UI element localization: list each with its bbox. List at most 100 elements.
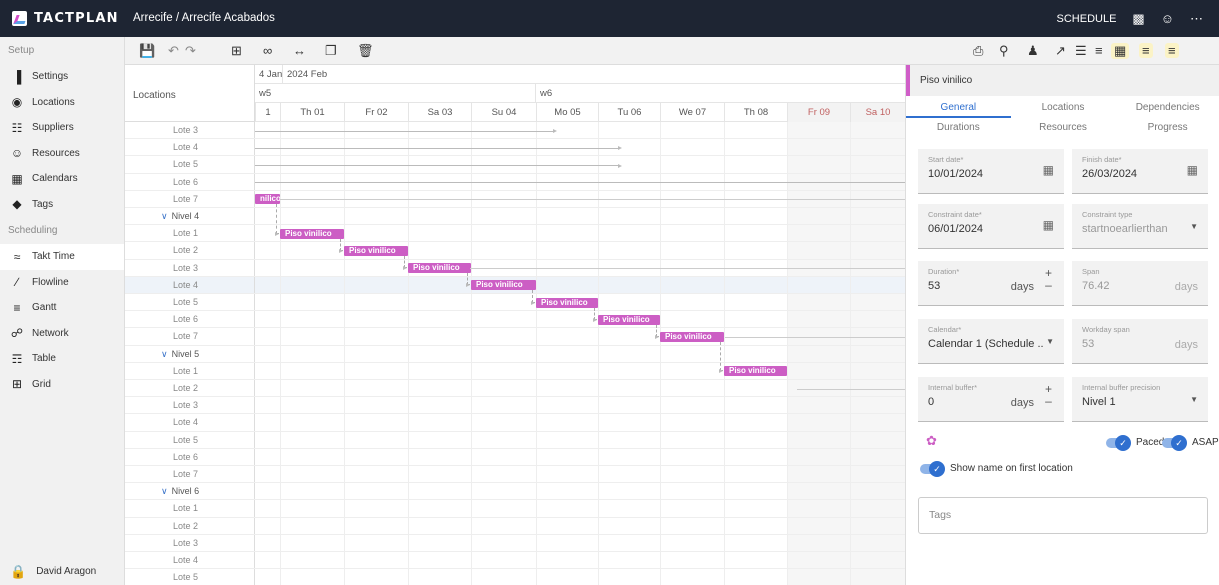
table-row[interactable]: Lote 1 (125, 225, 905, 243)
chevron-down-icon[interactable]: ∨ (161, 349, 168, 359)
day-label[interactable]: 1 (255, 103, 280, 122)
add-task-icon[interactable]: ⊞ (231, 43, 242, 59)
tab-durations[interactable]: Durations (906, 118, 1011, 138)
table-row[interactable]: Lote 5 (125, 294, 905, 312)
sidebar-item-settings[interactable]: ▐ Settings (0, 64, 124, 90)
mode-label[interactable]: SCHEDULE (1057, 13, 1117, 25)
tab-resources[interactable]: Resources (1011, 118, 1116, 138)
calendar-select[interactable]: Calendar* Calendar 1 (Schedule ... ▼ (918, 319, 1064, 364)
panel-toggle-icon[interactable]: ≡ (1165, 43, 1179, 58)
undo-icon[interactable]: ↶ (168, 43, 179, 59)
sidebar-item-resources[interactable]: ☺ Resources (0, 141, 124, 167)
task-bar[interactable]: Piso vinilico (536, 297, 598, 308)
redo-icon[interactable]: ↷ (185, 43, 196, 59)
finish-date-field[interactable]: Finish date* 26/03/2024 ▦ (1072, 149, 1208, 194)
tags-input[interactable]: Tags (918, 497, 1208, 534)
delete-icon[interactable]: 🗑 (357, 43, 374, 59)
table-row[interactable]: Lote 4 (125, 552, 905, 570)
day-label[interactable]: Th 08 (724, 103, 787, 122)
tab-locations[interactable]: Locations (1011, 98, 1116, 118)
tab-progress[interactable]: Progress (1115, 118, 1219, 138)
start-date-field[interactable]: Start date* 10/01/2024 ▦ (918, 149, 1064, 194)
table-row[interactable]: Lote 1 (125, 500, 905, 518)
sidebar-item-locations[interactable]: ◉ Locations (0, 90, 124, 116)
duration-field[interactable]: Duration* 53 days + – (918, 261, 1064, 306)
day-label[interactable]: Th 01 (280, 103, 344, 122)
sidebar-item-network[interactable]: ☍ Network (0, 321, 124, 347)
table-row[interactable]: ∨ Nivel 4 (125, 208, 905, 226)
buffer-stepper[interactable]: + – (1045, 383, 1052, 407)
level-label[interactable]: ∨ Nivel 4 (125, 208, 255, 225)
asap-switch[interactable] (1162, 434, 1187, 451)
building-icon[interactable]: ▩ (1132, 12, 1144, 25)
calendar-icon[interactable]: ▦ (1043, 218, 1054, 232)
buffer-precision-select[interactable]: Internal buffer precision Nivel 1 ▼ (1072, 377, 1208, 422)
sidebar-item-grid[interactable]: ⊞ Grid (0, 372, 124, 398)
table-row[interactable]: Lote 2 (125, 380, 905, 398)
sidebar-item-suppliers[interactable]: ☷ Suppliers (0, 115, 124, 141)
day-label[interactable]: Mo 05 (536, 103, 598, 122)
task-bar[interactable]: Piso vinilico (471, 280, 536, 291)
show-name-switch[interactable] (920, 460, 945, 477)
columns-icon[interactable]: ☰ (1075, 43, 1087, 59)
constraint-date-field[interactable]: Constraint date* 06/01/2024 ▦ (918, 204, 1064, 249)
link-icon[interactable]: ∞ (263, 43, 272, 58)
day-label[interactable]: Fr 09 (787, 103, 850, 122)
calendar-view-icon[interactable]: ▦ (1111, 43, 1130, 59)
table-row[interactable]: Lote 1 (125, 362, 905, 380)
asap-toggle[interactable]: ASAP (1162, 434, 1219, 451)
account-icon[interactable]: ☺ (1161, 12, 1174, 25)
logo[interactable]: TACTPLAN (0, 0, 120, 37)
calendar-icon[interactable]: ▦ (1043, 163, 1054, 177)
table-row[interactable]: Lote 5 (125, 431, 905, 449)
sidebar-item-takt-time[interactable]: ≈ Takt Time (0, 244, 124, 270)
task-bar[interactable]: Piso vinilico (724, 366, 787, 377)
chevron-down-icon[interactable]: ∨ (161, 486, 168, 496)
paced-switch[interactable] (1106, 434, 1131, 451)
level-label[interactable]: ∨ Nivel 6 (125, 483, 255, 500)
sidebar-item-table[interactable]: ☶ Table (0, 346, 124, 372)
duration-stepper[interactable]: + – (1045, 267, 1052, 291)
internal-buffer-field[interactable]: Internal buffer* 0 days + – (918, 377, 1064, 422)
resource-icon[interactable]: ♟ (1027, 43, 1039, 59)
table-row[interactable]: Lote 6 (125, 448, 905, 466)
sidebar-item-calendars[interactable]: ▦ Calendars (0, 166, 124, 192)
task-bar[interactable]: Piso vinilico (344, 246, 408, 256)
day-label[interactable]: Sa 10 (850, 103, 905, 122)
table-row[interactable]: Lote 2 (125, 517, 905, 535)
save-icon[interactable]: 💾 (139, 43, 155, 59)
sidebar-item-gantt[interactable]: ≡ Gantt (0, 295, 124, 321)
zoom-icon[interactable]: ⚲ (999, 43, 1009, 59)
chevron-down-icon[interactable]: ∨ (161, 211, 168, 221)
tab-general[interactable]: General (906, 98, 1011, 118)
user-menu[interactable]: 🔒 David Aragon (0, 557, 124, 585)
palette-icon[interactable]: ✿ (926, 433, 937, 449)
day-label[interactable]: Su 04 (471, 103, 536, 122)
filter-icon[interactable]: ≡ (1139, 43, 1153, 58)
table-row[interactable]: Lote 5 (125, 569, 905, 585)
rows-icon[interactable]: ≡ (1095, 43, 1103, 58)
table-row[interactable]: Lote 6 (125, 311, 905, 329)
show-name-toggle[interactable]: Show name on first location (920, 460, 1073, 477)
task-bar[interactable]: Piso vinilico (408, 263, 471, 274)
day-label[interactable]: We 07 (660, 103, 724, 122)
day-label[interactable]: Tu 06 (598, 103, 660, 122)
constraint-type-select[interactable]: Constraint type startnoearlierthan ▼ (1072, 204, 1208, 249)
level-label[interactable]: ∨ Nivel 5 (125, 345, 255, 362)
table-row[interactable]: Lote 7 (125, 466, 905, 484)
calendar-icon[interactable]: ▦ (1187, 163, 1198, 177)
expand-width-icon[interactable]: ↔ (293, 43, 306, 58)
table-row[interactable]: Lote 3 (125, 397, 905, 415)
print-icon[interactable]: ⎙ (973, 43, 983, 59)
table-row[interactable]: ∨ Nivel 5 (125, 345, 905, 363)
task-bar[interactable]: Piso vinilico (280, 228, 344, 239)
copy-icon[interactable]: ❐ (325, 43, 337, 59)
table-row[interactable]: Lote 4 (125, 414, 905, 432)
sidebar-item-flowline[interactable]: ∕ Flowline (0, 270, 124, 296)
more-icon[interactable]: ⋯ (1190, 12, 1203, 25)
table-row[interactable]: Lote 2 (125, 242, 905, 260)
task-bar[interactable]: nilico (255, 194, 280, 205)
table-row[interactable]: ∨ Nivel 6 (125, 483, 905, 501)
table-row[interactable]: Lote 3 (125, 534, 905, 552)
day-label[interactable]: Sa 03 (408, 103, 471, 122)
